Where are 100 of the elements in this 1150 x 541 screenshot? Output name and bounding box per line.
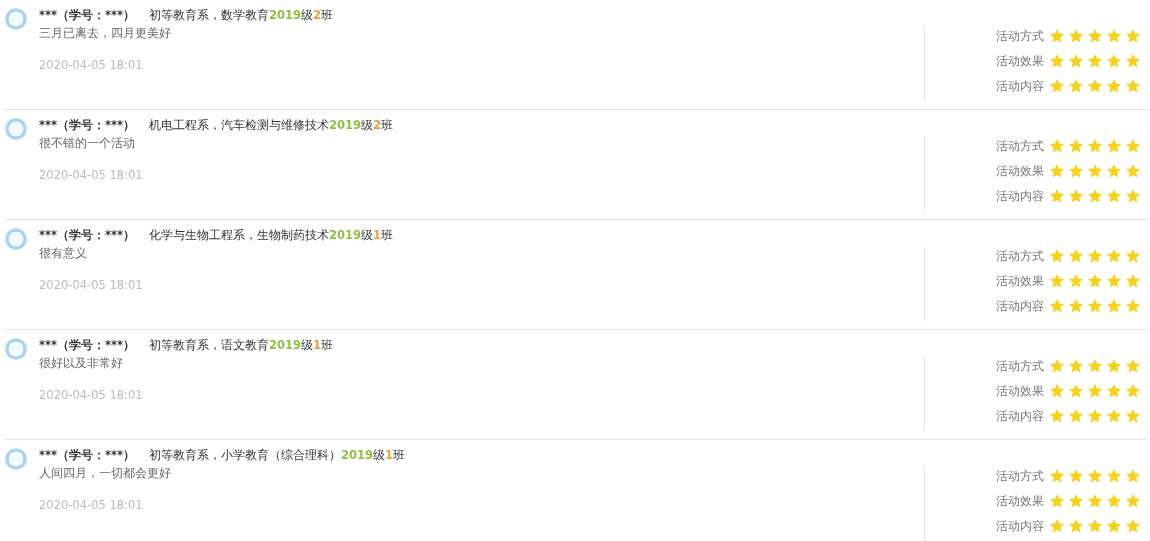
rating-label: 活动内容: [996, 188, 1044, 204]
star-icon: [1049, 358, 1065, 374]
star-icon: [1087, 138, 1103, 154]
avatar-icon: [5, 338, 27, 360]
star-icon: [1106, 138, 1122, 154]
star-icon: [1106, 78, 1122, 94]
student-name: ***（学号：***）: [39, 447, 136, 464]
star-icon: [1068, 138, 1084, 154]
star-icon: [1106, 493, 1122, 509]
star-icon: [1125, 163, 1141, 179]
student-name: ***（学号：***）: [39, 337, 136, 354]
star-icon: [1106, 53, 1122, 69]
comment-text: 很不错的一个活动: [39, 135, 136, 152]
star-icon: [1049, 493, 1065, 509]
star-icon: [1125, 298, 1141, 314]
rating-label: 活动内容: [996, 78, 1044, 94]
star-icon: [1087, 518, 1103, 534]
star-icon: [1125, 493, 1141, 509]
star-icon: [1125, 518, 1141, 534]
rating-label: 活动内容: [996, 298, 1044, 314]
star-icon: [1068, 53, 1084, 69]
star-icon: [1125, 248, 1141, 264]
avatar-icon: [5, 118, 27, 140]
student-name: ***（学号：***）: [39, 7, 136, 24]
star-icon: [1087, 248, 1103, 264]
star-icon: [1106, 468, 1122, 484]
comment-text: 很有意义: [39, 245, 88, 262]
rating-label: 活动方式: [996, 248, 1044, 264]
student-name: ***（学号：***）: [39, 117, 136, 134]
star-icon: [1087, 163, 1103, 179]
rating-label: 活动效果: [996, 273, 1044, 289]
rating-label: 活动方式: [996, 468, 1044, 484]
star-icon: [1125, 383, 1141, 399]
rating-label: 活动方式: [996, 358, 1044, 374]
star-icon: [1049, 163, 1065, 179]
star-icon: [1106, 408, 1122, 424]
class-info: 机电工程系，汽车检测与维修技术2019级2班: [149, 117, 394, 134]
star-icon: [1049, 53, 1065, 69]
student-name: ***（学号：***）: [39, 227, 136, 244]
star-icon: [1087, 383, 1103, 399]
star-icon: [1106, 358, 1122, 374]
star-icon: [1068, 298, 1084, 314]
star-icon: [1068, 518, 1084, 534]
star-icon: [1125, 188, 1141, 204]
star-icon: [1087, 298, 1103, 314]
star-icon: [1087, 273, 1103, 289]
avatar-icon: [5, 448, 27, 470]
star-icon: [1068, 78, 1084, 94]
star-icon: [1049, 408, 1065, 424]
star-icon: [1106, 28, 1122, 44]
avatar-icon: [5, 228, 27, 250]
star-icon: [1087, 358, 1103, 374]
star-icon: [1049, 188, 1065, 204]
star-icon: [1049, 468, 1065, 484]
star-icon: [1087, 28, 1103, 44]
star-icon: [1106, 273, 1122, 289]
star-icon: [1087, 78, 1103, 94]
class-info: 化学与生物工程系，生物制药技术2019级1班: [149, 227, 394, 244]
rating-label: 活动效果: [996, 53, 1044, 69]
avatar-icon: [5, 8, 27, 30]
star-icon: [1068, 358, 1084, 374]
star-icon: [1087, 408, 1103, 424]
star-icon: [1049, 28, 1065, 44]
star-icon: [1068, 493, 1084, 509]
rating-label: 活动效果: [996, 163, 1044, 179]
star-icon: [1049, 78, 1065, 94]
star-icon: [1087, 188, 1103, 204]
rating-label: 活动效果: [996, 383, 1044, 399]
comment-date: 2020-04-05 18:01: [39, 497, 143, 514]
star-icon: [1068, 383, 1084, 399]
star-icon: [1049, 298, 1065, 314]
star-icon: [1049, 518, 1065, 534]
star-icon: [1068, 28, 1084, 44]
star-icon: [1106, 518, 1122, 534]
star-icon: [1125, 408, 1141, 424]
star-icon: [1125, 273, 1141, 289]
star-icon: [1125, 78, 1141, 94]
rating-label: 活动方式: [996, 28, 1044, 44]
star-icon: [1049, 273, 1065, 289]
star-icon: [1087, 468, 1103, 484]
star-icon: [1125, 358, 1141, 374]
comment-text: 三月已离去，四月更美好: [39, 25, 172, 42]
star-icon: [1049, 138, 1065, 154]
class-info: 初等教育系，小学教育（综合理科）2019级1班: [149, 447, 406, 464]
star-icon: [1106, 248, 1122, 264]
star-icon: [1087, 53, 1103, 69]
rating-label: 活动内容: [996, 518, 1044, 534]
comment-date: 2020-04-05 18:01: [39, 167, 143, 184]
star-icon: [1049, 248, 1065, 264]
star-icon: [1068, 188, 1084, 204]
comment-date: 2020-04-05 18:01: [39, 277, 143, 294]
class-info: 初等教育系，数学教育2019级2班: [149, 7, 334, 24]
rating-label: 活动效果: [996, 493, 1044, 509]
comment-text: 人间四月，一切都会更好: [39, 465, 172, 482]
rating-label: 活动方式: [996, 138, 1044, 154]
star-icon: [1068, 408, 1084, 424]
class-info: 初等教育系，语文教育2019级1班: [149, 337, 334, 354]
star-icon: [1068, 163, 1084, 179]
star-icon: [1068, 468, 1084, 484]
star-icon: [1087, 493, 1103, 509]
